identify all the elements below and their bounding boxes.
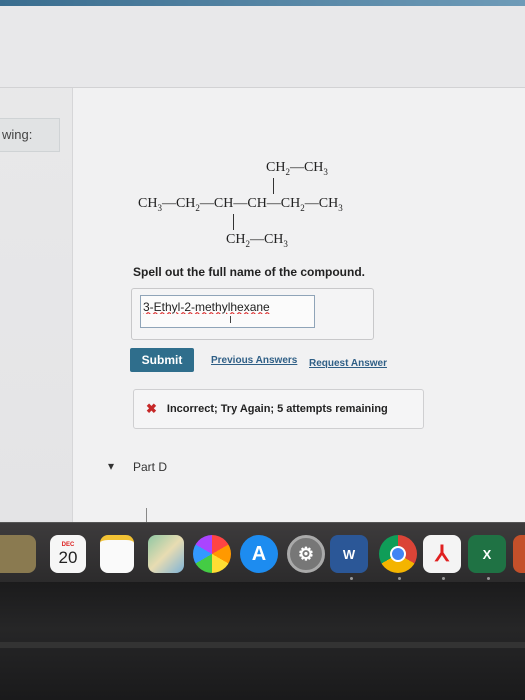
folder-icon[interactable] — [0, 535, 36, 573]
hinge — [0, 642, 525, 648]
laptop-bezel — [0, 582, 525, 700]
word-icon[interactable]: W — [330, 535, 368, 573]
side-tab[interactable]: wing: — [0, 118, 60, 152]
bottom-bond — [233, 214, 234, 230]
acrobat-icon[interactable]: ⅄ — [423, 535, 461, 573]
running-indicator — [350, 577, 353, 580]
notes-icon[interactable] — [100, 535, 134, 573]
header-area — [0, 6, 525, 88]
running-indicator — [398, 577, 401, 580]
submit-button[interactable]: Submit — [130, 348, 194, 372]
previous-answers-link[interactable]: Previous Answers — [211, 355, 297, 366]
pointer-line — [146, 508, 147, 523]
photos-icon[interactable] — [193, 535, 231, 573]
top-branch: CH2—CH3 — [266, 160, 328, 177]
text-cursor-icon: I — [229, 315, 232, 326]
expand-caret-icon[interactable]: ▾ — [108, 459, 114, 473]
running-indicator — [487, 577, 490, 580]
top-bond — [273, 178, 274, 194]
request-answer-link[interactable]: Request Answer — [309, 358, 387, 369]
bottom-branch: CH2—CH3 — [226, 232, 288, 249]
part-d-label[interactable]: Part D — [133, 460, 167, 474]
main-chain: CH3—CH2—CH—CH—CH2—CH3 — [138, 196, 343, 213]
question-prompt: Spell out the full name of the compound. — [133, 265, 365, 279]
excel-icon[interactable]: X — [468, 535, 506, 573]
maps-icon[interactable] — [148, 535, 184, 573]
compound-structure: CH2—CH3 CH3—CH2—CH—CH—CH2—CH3 CH2—CH3 — [130, 158, 390, 254]
answer-box: I — [131, 288, 374, 340]
incorrect-x-icon: ✖ — [146, 401, 157, 416]
system-preferences-icon[interactable]: ⚙ — [287, 535, 325, 573]
screen: wing: CH2—CH3 CH3—CH2—CH—CH—CH2—CH3 CH2—… — [0, 0, 525, 525]
running-indicator — [442, 577, 445, 580]
powerpoint-icon[interactable] — [513, 535, 525, 573]
calendar-icon[interactable]: DEC 20 — [50, 535, 86, 573]
chrome-icon[interactable] — [379, 535, 417, 573]
side-tab-label: wing: — [2, 127, 33, 142]
calendar-day: 20 — [58, 547, 78, 567]
feedback-box: ✖ Incorrect; Try Again; 5 attempts remai… — [133, 389, 424, 429]
dock: DEC 20 A ⚙ W ⅄ X — [0, 522, 525, 582]
feedback-text: Incorrect; Try Again; 5 attempts remaini… — [166, 403, 388, 415]
app-store-icon[interactable]: A — [240, 535, 278, 573]
